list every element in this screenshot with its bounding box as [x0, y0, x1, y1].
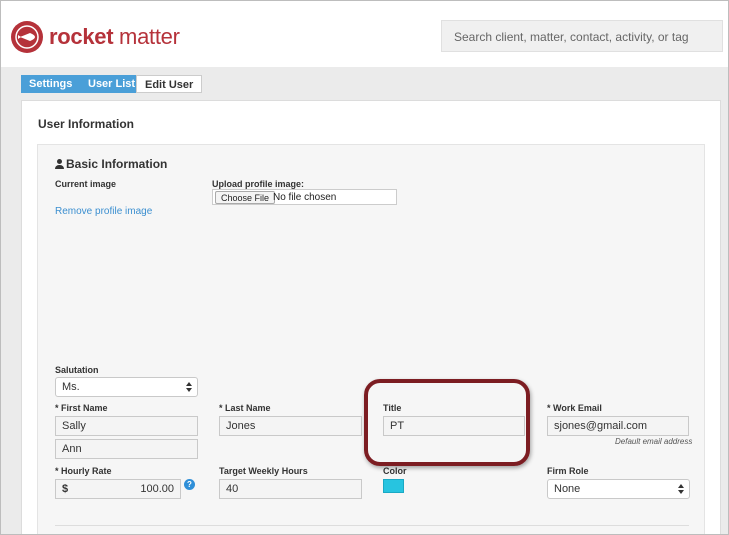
breadcrumb-edit-user: Edit User [136, 75, 203, 93]
current-image-label: Current image [55, 179, 117, 189]
up-down-arrows-icon [678, 484, 684, 494]
first-name-label-text: First Name [61, 403, 108, 413]
brand-logo-text[interactable]: rocket matter [49, 24, 180, 50]
color-picker-swatch[interactable] [383, 479, 404, 493]
logo-bold-text: rocket [49, 24, 114, 49]
required-marker: * [55, 466, 59, 476]
work-email-label: * Work Email [547, 403, 602, 413]
last-name-label-text: Last Name [225, 403, 271, 413]
target-weekly-hours-input[interactable]: 40 [219, 479, 362, 499]
global-search-input[interactable]: Search client, matter, contact, activity… [441, 20, 723, 52]
default-email-hint: Default email address [615, 437, 693, 446]
firm-role-value: None [554, 483, 581, 495]
no-file-chosen-text: No file chosen [273, 192, 337, 203]
color-label: Color [383, 466, 407, 476]
app-window: rocket matter Search client, matter, con… [0, 0, 729, 535]
top-header: rocket matter Search client, matter, con… [1, 1, 728, 67]
up-down-arrows-icon [186, 382, 192, 392]
salutation-label: Salutation [55, 365, 99, 375]
work-email-label-text: Work Email [553, 403, 602, 413]
section-divider [55, 525, 689, 526]
required-marker: * [547, 403, 551, 413]
title-label: Title [383, 403, 402, 413]
work-email-input[interactable]: sjones@gmail.com [547, 416, 689, 436]
salutation-select[interactable]: Ms. [55, 377, 198, 397]
help-icon[interactable]: ? [184, 479, 195, 490]
section-title: Basic Information [55, 157, 167, 171]
hourly-rate-label-text: Hourly Rate [61, 466, 112, 476]
first-name-input[interactable]: Sally [55, 416, 198, 436]
last-name-label: * Last Name [219, 403, 271, 413]
first-name-label: * First Name [55, 403, 108, 413]
person-icon [55, 159, 64, 169]
hourly-rate-input[interactable]: $ 100.00 [55, 479, 181, 499]
remove-profile-image-link[interactable]: Remove profile image [55, 206, 152, 217]
middle-name-input[interactable]: Ann [55, 439, 198, 459]
logo-light-text: matter [119, 24, 180, 49]
panel-title: User Information [38, 117, 135, 131]
breadcrumb-settings[interactable]: Settings [21, 75, 88, 93]
choose-file-button[interactable]: Choose File [215, 191, 276, 204]
hourly-rate-label: * Hourly Rate [55, 466, 112, 476]
hourly-rate-value: 100.00 [140, 483, 174, 495]
target-weekly-hours-label: Target Weekly Hours [219, 466, 308, 476]
firm-role-label: Firm Role [547, 466, 589, 476]
profile-image-file-input[interactable]: Choose File No file chosen [212, 189, 397, 205]
last-name-input[interactable]: Jones [219, 416, 362, 436]
upload-profile-image-label: Upload profile image: [212, 179, 305, 189]
salutation-value: Ms. [62, 381, 80, 393]
required-marker: * [219, 403, 223, 413]
section-title-text: Basic Information [66, 157, 168, 171]
rocket-logo-icon[interactable] [11, 21, 43, 53]
firm-role-select[interactable]: None [547, 479, 690, 499]
currency-symbol: $ [62, 483, 69, 495]
breadcrumb-user-list[interactable]: User List [80, 75, 151, 93]
required-marker: * [55, 403, 59, 413]
title-input[interactable]: PT [383, 416, 525, 436]
